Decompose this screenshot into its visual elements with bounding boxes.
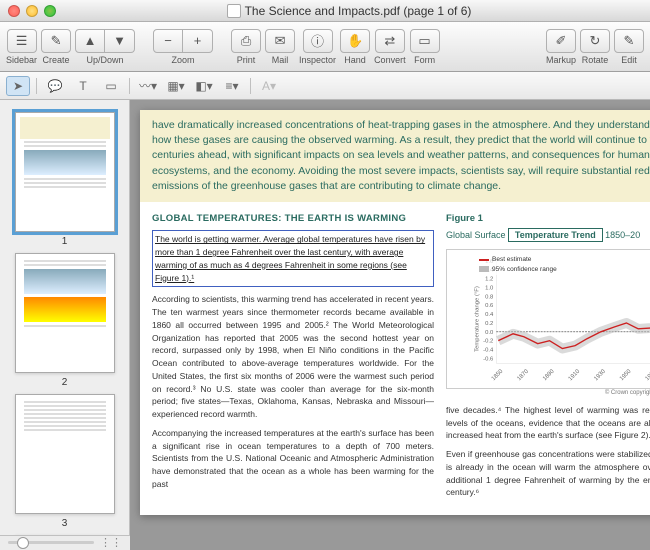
intro-paragraph: have dramatically increased concentratio… [140,110,650,202]
main-toolbar: ☰ Sidebar ✎ Create ▲▼ Up/Down −+ Zoom ⎙ Print… [0,22,650,72]
temperature-chart: Best estimate 95% confidence range 1.61.… [446,249,650,389]
edit-button[interactable]: ✎ [614,29,644,53]
section-heading: GLOBAL TEMPERATURES: THE EARTH IS WARMIN… [152,212,434,226]
hand-button[interactable]: ✋ [340,29,370,53]
stroke-color-tool[interactable]: ▦▾ [164,76,188,96]
chart-legend: Best estimate 95% confidence range [477,254,559,276]
thumbnail-page-2[interactable] [15,253,115,373]
inspector-label: Inspector [299,55,336,65]
thumbnail-sidebar[interactable]: 1 2 3 4 [0,100,130,535]
thumbnail-size-slider[interactable] [8,541,94,544]
create-label: Create [43,55,70,65]
svg-text:0.6: 0.6 [485,303,494,309]
zoom-label: Zoom [172,55,195,65]
window-controls [8,5,56,17]
print-label: Print [237,55,256,65]
document-icon [227,4,241,18]
markup-button[interactable]: ✐ [546,29,576,53]
text-tool[interactable]: T [71,76,95,96]
line-style-tool[interactable]: ≡▾ [220,76,244,96]
svg-text:1910: 1910 [568,368,582,382]
markup-label: Markup [546,55,576,65]
svg-text:1.0: 1.0 [485,285,494,291]
page-up-button[interactable]: ▲ [75,29,105,53]
edit-label: Edit [621,55,637,65]
svg-text:0.2: 0.2 [485,321,493,327]
svg-text:1970: 1970 [645,368,650,382]
thumbnail-page-3[interactable] [15,394,115,514]
convert-button[interactable]: ⇄ [375,29,405,53]
svg-text:0.4: 0.4 [485,312,494,318]
svg-text:1870: 1870 [516,368,530,382]
body-paragraph-2: Accompanying the increased temperatures … [152,427,434,491]
stroke-width-tool[interactable]: 〰▾ [136,76,160,96]
arrow-tool[interactable]: ➤ [6,76,30,96]
grip-icon[interactable]: ⋮⋮ [100,536,122,549]
thumbnail-page-1[interactable] [15,112,115,232]
titlebar: The Science and Impacts.pdf (page 1 of 6… [0,0,650,22]
inspector-button[interactable]: ⓘ [303,29,333,53]
svg-text:Temperature change (°F): Temperature change (°F) [475,286,481,352]
print-button[interactable]: ⎙ [231,29,261,53]
font-tool[interactable]: A▾ [257,76,281,96]
zoom-in-button[interactable]: + [183,29,213,53]
updown-label: Up/Down [87,55,124,65]
comment-tool[interactable]: 💬 [43,76,67,96]
mail-button[interactable]: ✉ [265,29,295,53]
svg-text:0.0: 0.0 [485,330,494,336]
svg-text:-0.2: -0.2 [483,339,493,345]
rotate-label: Rotate [582,55,609,65]
fill-color-tool[interactable]: ◧▾ [192,76,216,96]
convert-label: Convert [374,55,406,65]
page-down-button[interactable]: ▼ [105,29,135,53]
hand-label: Hand [344,55,366,65]
svg-text:-0.6: -0.6 [483,356,494,362]
highlighted-text[interactable]: The world is getting warmer. Average glo… [152,230,434,287]
body-paragraph-3: five decades.⁴ The highest level of warm… [446,404,650,442]
zoom-button[interactable] [44,5,56,17]
form-button[interactable]: ▭ [410,29,440,53]
rotate-button[interactable]: ↻ [580,29,610,53]
svg-text:1.2: 1.2 [485,276,493,282]
mail-label: Mail [272,55,289,65]
window-title: The Science and Impacts.pdf (page 1 of 6… [245,4,472,18]
thumb-num-3: 3 [0,518,129,529]
create-button[interactable]: ✎ [41,29,71,53]
sidebar-button[interactable]: ☰ [7,29,37,53]
figure-title: Global Surface Temperature Trend 1850–20 [446,229,650,243]
body-paragraph-1: According to scientists, this warming tr… [152,293,434,421]
document-viewport[interactable]: have dramatically increased concentratio… [130,100,650,550]
svg-text:1930: 1930 [593,368,607,382]
figure-label: Figure 1 [446,212,650,226]
svg-text:0.8: 0.8 [485,294,494,300]
thumb-num-2: 2 [0,377,129,388]
thumb-num-1: 1 [0,236,129,247]
zoom-out-button[interactable]: − [153,29,183,53]
form-label: Form [414,55,435,65]
sidebar-label: Sidebar [6,55,37,65]
chart-credit: © Crown copyright 2006, data supplied by… [446,389,650,398]
svg-text:1890: 1890 [542,368,556,382]
annotation-toolbar: ➤ 💬 T ▭ 〰▾ ▦▾ ◧▾ ≡▾ A▾ [0,72,650,100]
svg-text:1950: 1950 [619,368,633,382]
pdf-page: have dramatically increased concentratio… [140,110,650,515]
minimize-button[interactable] [26,5,38,17]
sidebar-footer: ⋮⋮ [0,535,130,550]
close-button[interactable] [8,5,20,17]
body-paragraph-4: Even if greenhouse gas concentrations we… [446,448,650,499]
svg-text:-0.4: -0.4 [483,347,494,353]
rect-tool[interactable]: ▭ [99,76,123,96]
svg-text:1850: 1850 [491,368,505,382]
